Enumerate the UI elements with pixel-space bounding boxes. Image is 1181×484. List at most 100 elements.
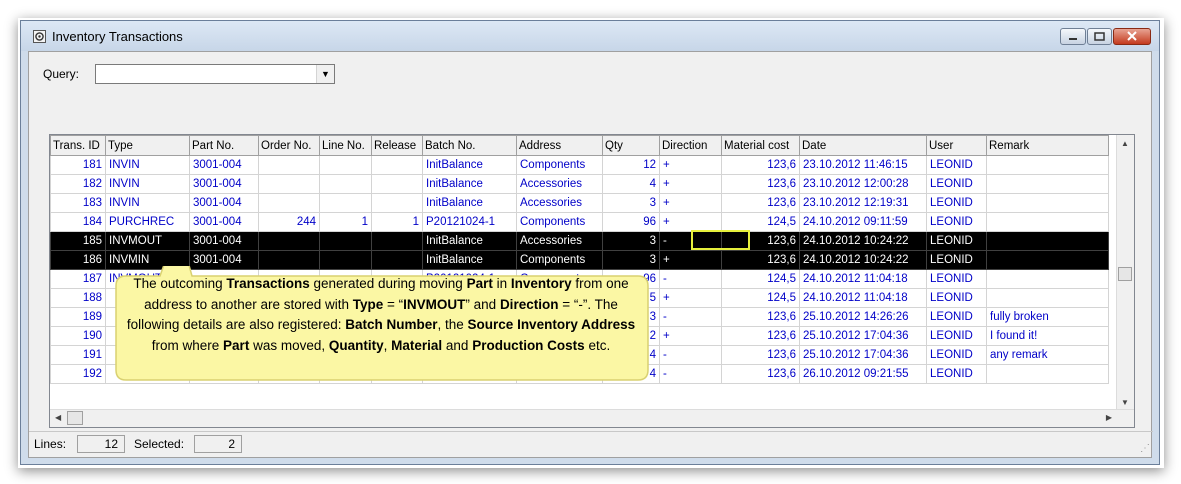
cell-dir: +: [659, 250, 722, 270]
column-header[interactable]: Trans. ID: [50, 135, 106, 156]
app-gear-icon: [33, 30, 46, 43]
cell-batch: P20121024-1: [422, 212, 517, 232]
cell-part: 3001-004: [189, 231, 259, 251]
callout-text: The outcoming Transactions generated dur…: [126, 276, 636, 353]
cell-date: 25.10.2012 17:04:36: [799, 345, 927, 365]
cell-line: [319, 174, 372, 194]
minimize-button[interactable]: [1060, 28, 1086, 45]
cell-date: 24.10.2012 10:24:22: [799, 231, 927, 251]
cell-date: 23.10.2012 12:19:31: [799, 193, 927, 213]
cell-user: LEONID: [926, 212, 987, 232]
cell-user: LEONID: [926, 307, 987, 327]
lines-label: Lines:: [34, 437, 67, 451]
cell-cost: 123,6: [721, 364, 800, 384]
cell-user: LEONID: [926, 364, 987, 384]
column-header[interactable]: Order No.: [258, 135, 320, 156]
cell-dir: -: [659, 231, 722, 251]
cell-qty: 3: [602, 193, 660, 213]
cell-id: 182: [50, 174, 106, 194]
inventory-transactions-window: Inventory Transactions Query: ▼ Trans. I…: [20, 20, 1160, 465]
column-header[interactable]: Material cost: [721, 135, 800, 156]
cell-user: LEONID: [926, 193, 987, 213]
column-header[interactable]: Qty: [602, 135, 660, 156]
cell-address: Components: [516, 155, 603, 175]
scroll-down-icon[interactable]: ▼: [1121, 398, 1129, 407]
cell-cost: 123,6: [721, 307, 800, 327]
cell-release: [371, 174, 423, 194]
cell-order: 244: [258, 212, 320, 232]
resize-grip-icon[interactable]: ⋰: [1140, 443, 1150, 454]
vertical-scroll-thumb[interactable]: [1118, 267, 1132, 281]
cell-address: Accessories: [516, 174, 603, 194]
table-row[interactable]: 185 INVMOUT 3001-004 InitBalance Accessories…: [50, 231, 1109, 251]
cell-user: LEONID: [926, 250, 987, 270]
cell-cost: 123,6: [721, 155, 800, 175]
column-header[interactable]: Remark: [986, 135, 1109, 156]
cell-date: 25.10.2012 17:04:36: [799, 326, 927, 346]
vertical-scrollbar[interactable]: ▲ ▼: [1116, 135, 1134, 411]
cell-type: INVIN: [105, 174, 190, 194]
cell-batch: InitBalance: [422, 193, 517, 213]
cell-date: 24.10.2012 10:24:22: [799, 250, 927, 270]
maximize-button[interactable]: [1087, 28, 1112, 45]
cell-remark: [986, 231, 1109, 251]
cell-id: 183: [50, 193, 106, 213]
cell-id: 181: [50, 155, 106, 175]
cell-date: 26.10.2012 09:21:55: [799, 364, 927, 384]
cell-dir: -: [659, 364, 722, 384]
horizontal-scrollbar[interactable]: ◀ ▶: [50, 409, 1134, 427]
column-header[interactable]: Direction: [659, 135, 722, 156]
cell-dir: +: [659, 288, 722, 308]
query-dropdown[interactable]: ▼: [95, 64, 335, 84]
cell-qty: 4: [602, 174, 660, 194]
cell-part: 3001-004: [189, 174, 259, 194]
scroll-right-icon[interactable]: ▶: [1106, 413, 1112, 422]
selected-count: 2: [194, 435, 242, 453]
cell-dir: -: [659, 269, 722, 289]
column-header[interactable]: Release: [371, 135, 423, 156]
cell-cost: 123,6: [721, 345, 800, 365]
cell-qty: 96: [602, 212, 660, 232]
table-row[interactable]: 181 INVIN 3001-004 InitBalance Components 12 +…: [50, 155, 1109, 175]
client-area: Query: ▼ Trans. ID Type Part No. Order No. L…: [28, 51, 1153, 458]
cell-release: 1: [371, 212, 423, 232]
cell-id: 190: [50, 326, 106, 346]
query-label: Query:: [43, 67, 80, 81]
cell-user: LEONID: [926, 155, 987, 175]
column-header[interactable]: Type: [105, 135, 190, 156]
cell-qty: 12: [602, 155, 660, 175]
close-button[interactable]: [1113, 28, 1151, 45]
table-row[interactable]: 182 INVIN 3001-004 InitBalance Accessories 4 +…: [50, 174, 1109, 194]
table-row[interactable]: 184 PURCHREC 3001-004 244 1 1 P20121024-1 Compo…: [50, 212, 1109, 232]
horizontal-scroll-thumb[interactable]: [67, 411, 83, 425]
cell-dir: +: [659, 174, 722, 194]
table-row[interactable]: 183 INVIN 3001-004 InitBalance Accessories 3 +…: [50, 193, 1109, 213]
cell-address: Components: [516, 212, 603, 232]
cell-order: [258, 174, 320, 194]
column-header[interactable]: Batch No.: [422, 135, 517, 156]
cell-remark: I found it!: [986, 326, 1109, 346]
cell-remark: [986, 155, 1109, 175]
cell-id: 184: [50, 212, 106, 232]
column-header[interactable]: Line No.: [319, 135, 372, 156]
status-bar: Lines: 12 Selected: 2 ⋰: [29, 431, 1153, 457]
column-header[interactable]: Date: [799, 135, 927, 156]
scroll-up-icon[interactable]: ▲: [1121, 139, 1129, 148]
title-bar[interactable]: Inventory Transactions: [21, 21, 1159, 51]
cell-cost: 124,5: [721, 212, 800, 232]
column-header[interactable]: User: [926, 135, 987, 156]
minimize-icon: [1069, 38, 1077, 40]
cell-remark: [986, 269, 1109, 289]
dropdown-arrow-icon[interactable]: ▼: [316, 65, 334, 83]
scroll-left-icon[interactable]: ◀: [55, 413, 61, 422]
close-icon: [1127, 31, 1137, 41]
cell-remark: any remark: [986, 345, 1109, 365]
cell-user: LEONID: [926, 288, 987, 308]
cell-line: [319, 155, 372, 175]
cell-id: 192: [50, 364, 106, 384]
header-row: Trans. ID Type Part No. Order No. Line No. Re…: [50, 135, 1109, 156]
column-header[interactable]: Address: [516, 135, 603, 156]
column-header[interactable]: Part No.: [189, 135, 259, 156]
cell-remark: [986, 250, 1109, 270]
cell-date: 24.10.2012 11:04:18: [799, 269, 927, 289]
